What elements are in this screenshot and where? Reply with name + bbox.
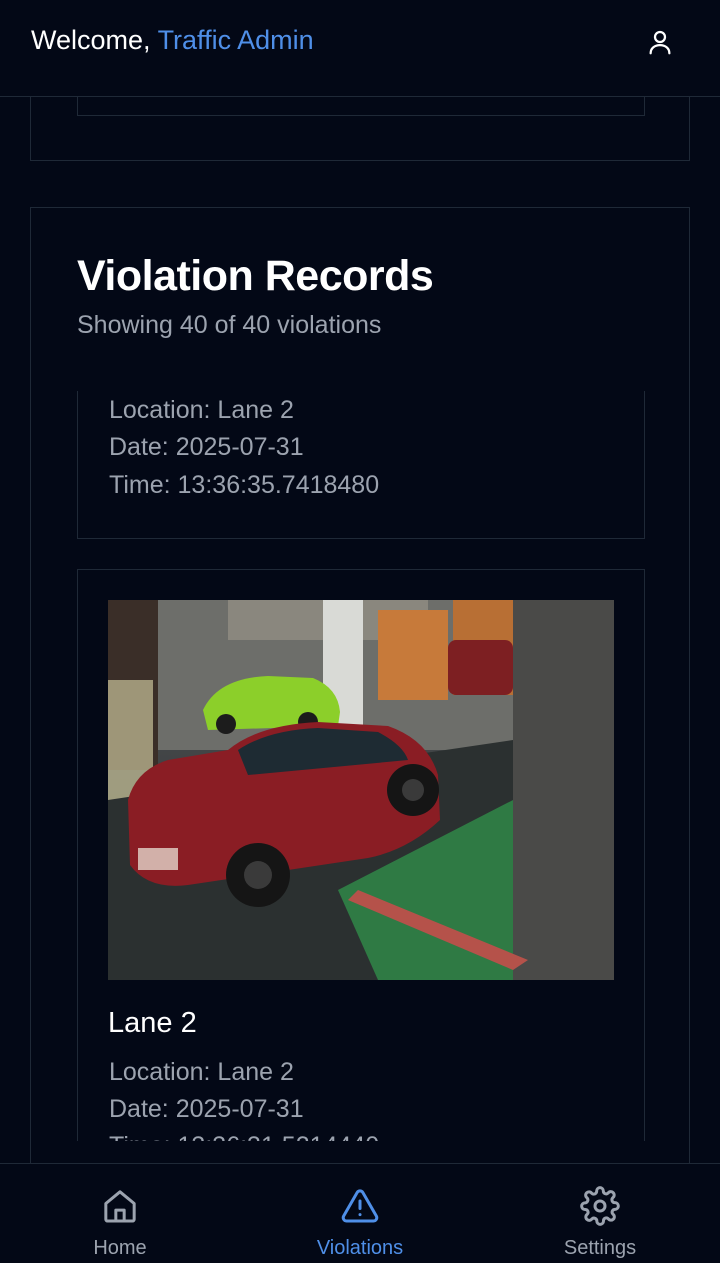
violation-list[interactable]: Location: Lane 2 Date: 2025-07-31 Time: … [77,391,645,1141]
record-location: Location: Lane 2 [109,396,294,425]
welcome-prefix: Welcome, [31,25,158,55]
location-value: Lane 2 [217,396,294,424]
nav-label-settings: Settings [563,1237,637,1259]
alert-triangle-icon [341,1189,379,1223]
violation-photo-scene [108,600,614,980]
bottom-navigation: Home Violations Settings [0,1163,720,1263]
violation-photo[interactable] [108,600,614,980]
previous-card-inner [77,97,645,116]
previous-card [30,97,690,161]
location-value: Lane 2 [217,1058,294,1086]
record-date: Date: 2025-07-31 [109,433,304,462]
gear-icon [580,1186,620,1226]
welcome-text: Welcome, Traffic Admin [31,25,314,56]
section-title: Violation Records [77,252,434,300]
time-value: 13:36:31.5214440 [178,1132,380,1141]
user-icon[interactable] [645,27,675,57]
nav-label-violations: Violations [316,1237,404,1259]
home-icon [104,1190,136,1223]
content-scroll-area[interactable]: Violation Records Showing 40 of 40 viola… [0,97,720,1163]
time-label: Time: [109,1132,171,1141]
time-value: 13:36:35.7418480 [177,471,380,499]
violation-records-card: Violation Records Showing 40 of 40 viola… [30,207,690,1163]
nav-label-home: Home [93,1237,147,1259]
user-name: Traffic Admin [157,25,314,55]
location-label: Location: [109,396,211,424]
section-subtitle: Showing 40 of 40 violations [77,311,382,339]
top-header: Welcome, Traffic Admin [0,0,720,97]
violation-record[interactable]: Lane 2 Location: Lane 2 Date: 2025-07-31… [77,569,645,1141]
record-title: Lane 2 [108,1007,197,1039]
nav-item-violations[interactable]: Violations [240,1164,480,1263]
record-date: Date: 2025-07-31 [109,1095,304,1124]
nav-item-settings[interactable]: Settings [480,1164,720,1263]
record-time: Time: 13:36:35.7418480 [109,471,379,500]
location-label: Location: [109,1058,211,1086]
violation-record[interactable]: Location: Lane 2 Date: 2025-07-31 Time: … [77,391,645,539]
time-label: Time: [109,471,171,499]
date-label: Date: [109,1095,169,1123]
date-value: 2025-07-31 [175,1095,304,1123]
nav-item-home[interactable]: Home [0,1164,240,1263]
date-label: Date: [109,433,169,461]
date-value: 2025-07-31 [175,433,304,461]
record-location: Location: Lane 2 [109,1058,294,1087]
record-time: Time: 13:36:31.5214440 [109,1132,379,1141]
